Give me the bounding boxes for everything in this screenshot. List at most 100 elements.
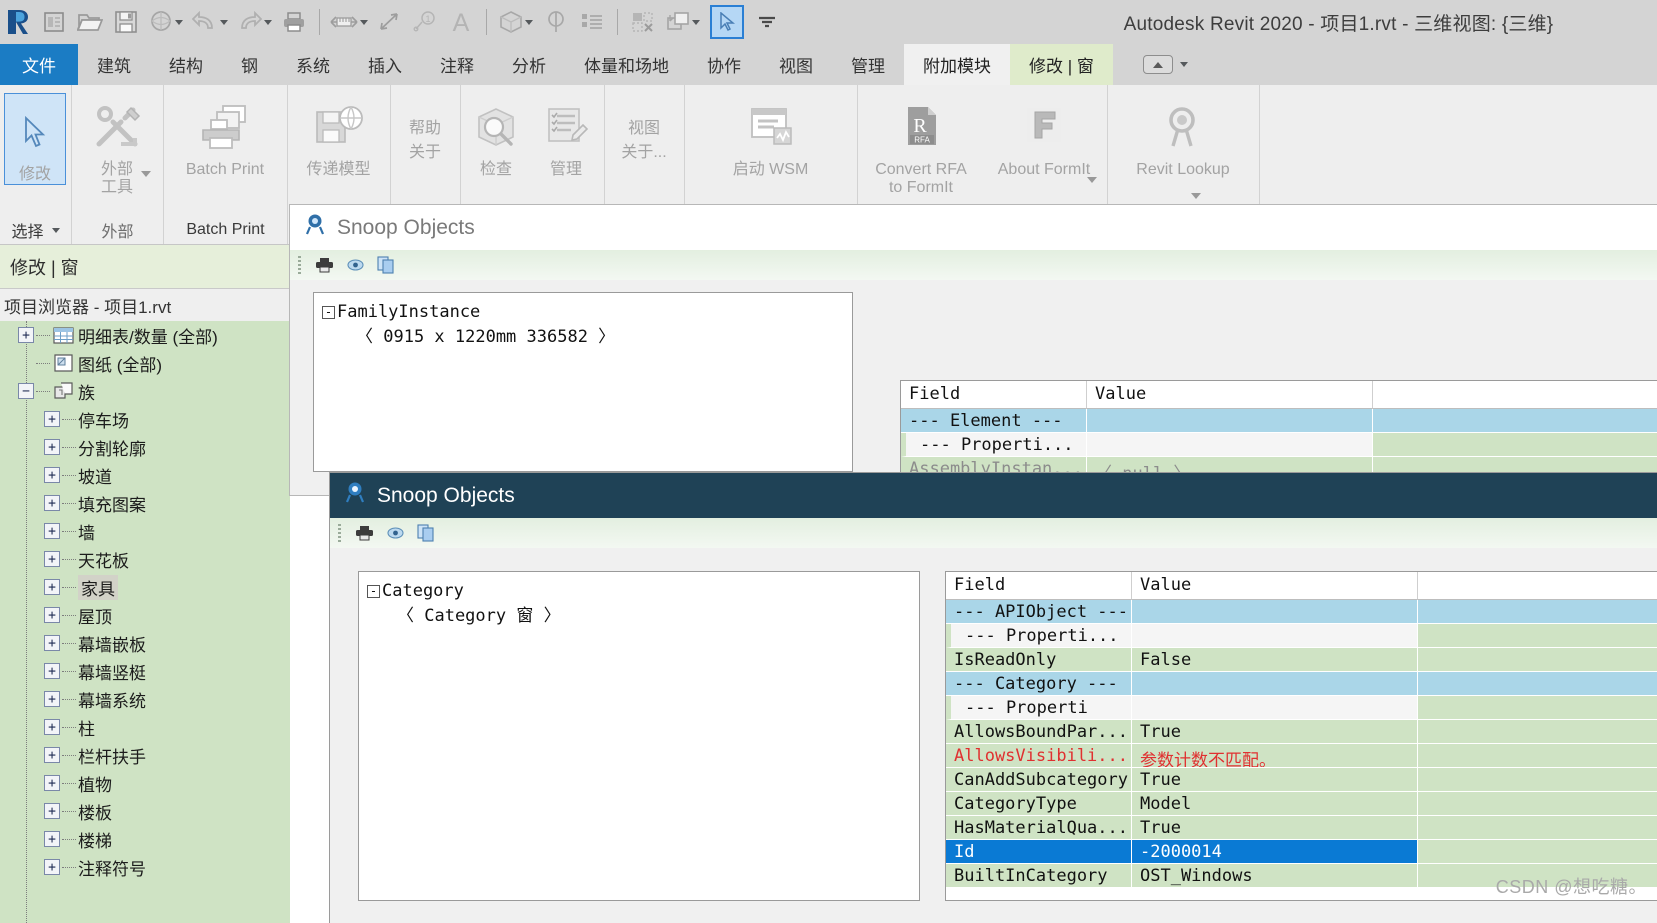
text-icon[interactable]: A (443, 2, 479, 42)
tree-node-curtain-panel[interactable]: + 幕墙嵌板 (0, 629, 290, 657)
table-row-selected[interactable]: Id -2000014 (946, 840, 1657, 864)
revit-lookup-button[interactable]: Revit Lookup (1108, 91, 1258, 199)
table-row[interactable]: AllowsVisibili... 参数计数不匹配。 (946, 744, 1657, 768)
tree-node-schedules[interactable]: + 明细表/数量 (全部) (0, 321, 290, 349)
modify-button[interactable]: 修改 (4, 93, 66, 185)
ribbon-minimize-control[interactable] (1129, 44, 1202, 85)
expander-icon[interactable]: + (44, 775, 60, 791)
tab-systems[interactable]: 系统 (277, 44, 349, 85)
view-icon[interactable] (343, 254, 367, 276)
table-row[interactable]: --- Properti (946, 696, 1657, 720)
toolbar-grip[interactable] (298, 256, 301, 274)
grid-column-value[interactable]: Value (1132, 572, 1418, 600)
close-hidden-windows-icon[interactable] (625, 2, 661, 42)
customize-qat-icon[interactable] (749, 2, 785, 42)
project-browser-tree[interactable]: + 明细表/数量 (全部) 图纸 (全部) − 族 + 停车场 + 分割轮廓 +… (0, 321, 290, 923)
redo-dropdown-caret[interactable] (264, 19, 272, 25)
measure-dropdown-caret[interactable] (360, 19, 368, 25)
expander-icon[interactable]: + (44, 719, 60, 735)
table-row[interactable]: CanAddSubcategory True (946, 768, 1657, 792)
section-icon[interactable] (538, 2, 574, 42)
ribbon-state-pill[interactable] (1142, 55, 1173, 74)
snoop-objects-dialog-front[interactable]: Snoop Objects - Category 〈 Category 窗 〉 (330, 473, 1657, 923)
tree-node-curtain-mullion[interactable]: + 幕墙竖梃 (0, 657, 290, 685)
copy-icon[interactable] (374, 254, 398, 276)
tab-view[interactable]: 视图 (760, 44, 832, 85)
undo-icon[interactable] (188, 2, 232, 42)
expander-icon[interactable]: + (44, 411, 60, 427)
table-row[interactable]: --- Properti... (901, 433, 1657, 457)
expander-icon[interactable]: + (44, 691, 60, 707)
revit-logo-icon[interactable] (0, 2, 36, 42)
expander-icon[interactable]: + (44, 551, 60, 567)
snoop-front-titlebar[interactable]: Snoop Objects (330, 473, 1657, 518)
collapse-icon[interactable]: - (367, 584, 380, 598)
print-icon[interactable] (276, 2, 312, 42)
batch-print-button[interactable]: Batch Print (164, 91, 286, 179)
table-row[interactable]: AllowsBoundPar... True (946, 720, 1657, 744)
external-tools-dropdown-caret[interactable] (141, 171, 151, 177)
expander-icon[interactable]: + (18, 327, 34, 343)
table-row[interactable]: --- APIObject --- (946, 600, 1657, 624)
panel-title-select[interactable]: 选择 (0, 216, 71, 244)
about-formit-button[interactable]: About FormIt (984, 91, 1104, 179)
external-tools-button[interactable]: 外部 工具 (72, 91, 162, 197)
table-row[interactable]: CategoryType Model (946, 792, 1657, 816)
tree-node-fill-pattern[interactable]: + 填充图案 (0, 489, 290, 517)
table-row[interactable]: --- Properti... (946, 624, 1657, 648)
tree-node-ceiling[interactable]: + 天花板 (0, 545, 290, 573)
sync-dropdown-caret[interactable] (175, 19, 183, 25)
transmit-model-button[interactable]: 传递模型 (288, 91, 389, 179)
tree-root-row[interactable]: - Category (367, 580, 919, 602)
expander-icon[interactable]: + (44, 495, 60, 511)
tree-node-annotation-symbol[interactable]: + 注释符号 (0, 853, 290, 881)
inspect-button[interactable]: 检查 (461, 91, 531, 179)
tree-node-families[interactable]: − 族 (0, 377, 290, 405)
view-about-button[interactable]: 视图 关于... (605, 91, 683, 165)
tree-node-wall[interactable]: + 墙 (0, 517, 290, 545)
table-row[interactable]: --- Element --- (901, 409, 1657, 433)
table-row[interactable]: --- Category --- (946, 672, 1657, 696)
table-row[interactable]: HasMaterialQua... True (946, 816, 1657, 840)
toolbar-grip[interactable] (338, 524, 341, 542)
undo-dropdown-caret[interactable] (220, 19, 228, 25)
tab-insert[interactable]: 插入 (349, 44, 421, 85)
snoop-front-property-grid[interactable]: Field Value --- APIObject --- --- Proper… (945, 571, 1657, 901)
tree-node-furniture[interactable]: + 家具 (0, 573, 290, 601)
tree-node-curtain-system[interactable]: + 幕墙系统 (0, 685, 290, 713)
thin-lines-icon[interactable] (574, 2, 610, 42)
copy-icon[interactable] (414, 522, 438, 544)
expander-icon[interactable]: + (44, 607, 60, 623)
aligned-dimension-icon[interactable] (371, 2, 407, 42)
expander-icon[interactable]: + (44, 635, 60, 651)
snoop-back-object-tree[interactable]: - FamilyInstance 〈 0915 x 1220mm 336582 … (313, 292, 853, 472)
tree-node-floor[interactable]: + 楼板 (0, 797, 290, 825)
snoop-objects-dialog-back[interactable]: Snoop Objects - FamilyInstance 〈 0915 x (290, 205, 1657, 498)
panel-select-caret-icon[interactable] (51, 227, 60, 233)
revit-lookup-dropdown-caret[interactable] (1191, 193, 1201, 199)
3d-view-dropdown-caret[interactable] (525, 19, 533, 25)
snoop-back-titlebar[interactable]: Snoop Objects (290, 205, 1657, 250)
tree-node-column[interactable]: + 柱 (0, 713, 290, 741)
tab-manage[interactable]: 管理 (832, 44, 904, 85)
open-icon[interactable] (72, 2, 108, 42)
tab-structure[interactable]: 结构 (150, 44, 222, 85)
default-3d-view-icon[interactable] (494, 2, 538, 42)
tab-addins[interactable]: 附加模块 (904, 44, 1010, 85)
snoop-front-object-tree[interactable]: - Category 〈 Category 窗 〉 (358, 571, 920, 901)
tree-node-roof[interactable]: + 屋顶 (0, 601, 290, 629)
tab-steel[interactable]: 钢 (222, 44, 277, 85)
collapse-icon[interactable]: - (322, 305, 335, 319)
tree-node-division-profile[interactable]: + 分割轮廓 (0, 433, 290, 461)
tree-node-parking[interactable]: + 停车场 (0, 405, 290, 433)
tag-icon[interactable]: 1 (407, 2, 443, 42)
tab-modify-window[interactable]: 修改 | 窗 (1010, 44, 1113, 85)
print-icon[interactable] (352, 522, 376, 544)
expander-icon[interactable]: + (44, 579, 60, 595)
grid-column-field[interactable]: Field (946, 572, 1132, 600)
table-row[interactable]: BuiltInCategory OST_Windows (946, 864, 1657, 888)
switch-windows-dropdown-caret[interactable] (692, 19, 700, 25)
tree-root-row[interactable]: - FamilyInstance (322, 301, 852, 323)
manage-button[interactable]: 管理 (531, 91, 601, 179)
expander-icon[interactable]: + (44, 859, 60, 875)
